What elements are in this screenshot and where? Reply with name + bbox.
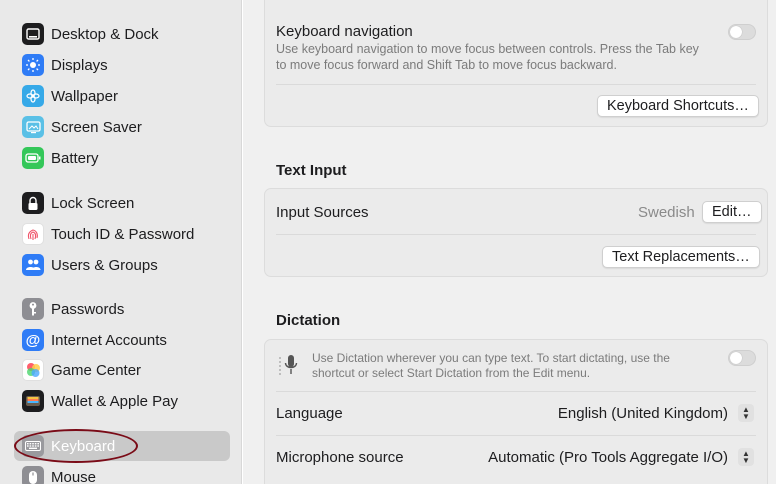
sidebar-item-displays[interactable]: Displays	[14, 50, 230, 80]
text-input-panel: Input Sources Swedish Edit… Text Replace…	[264, 188, 768, 277]
sidebar-item-screen-saver[interactable]: Screen Saver	[14, 112, 230, 142]
sidebar-item-wallpaper[interactable]: Wallpaper	[14, 81, 230, 111]
sidebar-item-battery[interactable]: Battery	[14, 143, 230, 173]
sidebar-item-label: Mouse	[51, 468, 97, 484]
keyboard-navigation-description-1: Use keyboard navigation to move focus be…	[276, 42, 699, 56]
sidebar-item-label: Displays	[51, 56, 108, 74]
microphone-source-popup-value[interactable]: Automatic (Pro Tools Aggregate I/O)	[488, 449, 728, 466]
keyboard-navigation-title: Keyboard navigation	[276, 23, 413, 40]
keyboard-shortcuts-button[interactable]: Keyboard Shortcuts…	[597, 95, 759, 117]
text-input-heading: Text Input	[276, 162, 347, 179]
divider	[276, 435, 756, 436]
sidebar-item-keyboard[interactable]: Keyboard	[14, 431, 230, 461]
sidebar-item-desktop-dock[interactable]: Desktop & Dock	[14, 19, 230, 49]
lock-icon	[22, 192, 44, 214]
divider	[276, 234, 756, 235]
mouse-icon	[22, 466, 44, 484]
input-sources-value: Swedish	[638, 204, 695, 221]
sidebar-item-label: Screen Saver	[51, 118, 142, 136]
sidebar-item-lock-screen[interactable]: Lock Screen	[14, 188, 230, 218]
sidebar-item-label: Game Center	[51, 361, 142, 379]
sidebar-item-label: Lock Screen	[51, 194, 135, 212]
users-icon	[22, 254, 44, 276]
dictation-toggle[interactable]	[728, 350, 756, 366]
key-icon	[22, 298, 44, 320]
keyboard-navigation-toggle[interactable]	[728, 24, 756, 40]
language-stepper-icon[interactable]: ▲ ▼	[738, 404, 754, 422]
at-icon: @	[22, 329, 44, 351]
sidebar: Desktop & Dock Displays Wallpaper Screen…	[0, 0, 242, 484]
microphone-source-stepper-icon[interactable]: ▲ ▼	[738, 448, 754, 466]
desktop-dock-icon	[22, 23, 44, 45]
sidebar-item-label: Wallet & Apple Pay	[51, 392, 179, 410]
sidebar-item-label: Passwords	[51, 300, 125, 318]
sidebar-item-label: Keyboard	[51, 437, 116, 455]
dictation-heading: Dictation	[276, 312, 341, 329]
game-center-icon	[22, 359, 44, 381]
sidebar-item-label: Desktop & Dock	[51, 25, 159, 43]
dictation-description-1: Use Dictation wherever you can type text…	[312, 351, 670, 365]
input-sources-label: Input Sources	[276, 204, 369, 221]
fingerprint-icon	[22, 223, 44, 245]
sidebar-item-label: Users & Groups	[51, 256, 158, 274]
microphone-icon	[278, 352, 302, 378]
language-popup-value[interactable]: English (United Kingdom)	[558, 405, 728, 422]
sidebar-item-label: Battery	[51, 149, 99, 167]
sidebar-item-users-groups[interactable]: Users & Groups	[14, 250, 230, 280]
edit-input-sources-button[interactable]: Edit…	[702, 201, 762, 223]
microphone-source-label: Microphone source	[276, 449, 404, 466]
dictation-panel: Use Dictation wherever you can type text…	[264, 339, 768, 484]
divider	[276, 391, 756, 392]
keyboard-navigation-panel: Keyboard navigation Use keyboard navigat…	[264, 0, 768, 127]
battery-icon	[22, 147, 44, 169]
sidebar-item-touch-id[interactable]: Touch ID & Password	[14, 219, 230, 249]
language-label: Language	[276, 405, 343, 422]
settings-pane: Keyboard navigation Use keyboard navigat…	[243, 0, 776, 484]
sidebar-item-passwords[interactable]: Passwords	[14, 294, 230, 324]
sidebar-item-wallet[interactable]: Wallet & Apple Pay	[14, 386, 230, 416]
sidebar-item-mouse[interactable]: Mouse	[14, 462, 230, 484]
sidebar-item-label: Internet Accounts	[51, 331, 167, 349]
sidebar-item-internet-accounts[interactable]: @ Internet Accounts	[14, 325, 230, 355]
sidebar-item-label: Touch ID & Password	[51, 225, 195, 243]
wallpaper-icon	[22, 85, 44, 107]
text-replacements-button[interactable]: Text Replacements…	[602, 246, 760, 268]
divider	[276, 84, 756, 85]
dictation-description-2: shortcut or select Start Dictation from …	[312, 366, 591, 380]
keyboard-navigation-description-2: to move focus forward and Shift Tab to m…	[276, 58, 617, 72]
wallet-icon	[22, 390, 44, 412]
sidebar-item-label: Wallpaper	[51, 87, 118, 105]
keyboard-icon	[22, 435, 44, 457]
displays-icon	[22, 54, 44, 76]
screen-saver-icon	[22, 116, 44, 138]
sidebar-item-game-center[interactable]: Game Center	[14, 355, 230, 385]
